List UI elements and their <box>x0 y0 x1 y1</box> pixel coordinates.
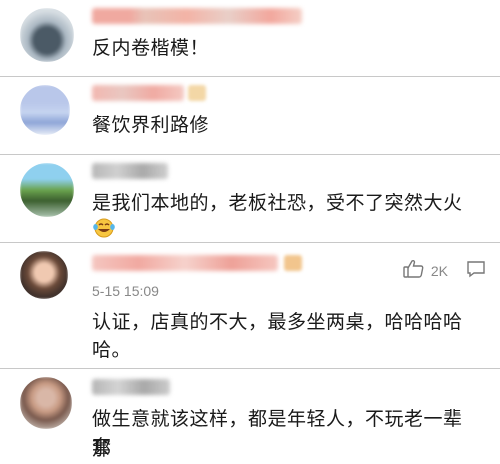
comment-text: 餐饮界利路修 <box>92 114 210 136</box>
user-badge <box>284 255 302 271</box>
comment-item[interactable]: 做生意就该这样，都是年轻人，不玩老一辈那 套 <box>0 369 500 460</box>
thumbs-up-icon <box>403 259 425 282</box>
comment-icon[interactable] <box>466 260 486 281</box>
username-redacted[interactable] <box>92 379 170 395</box>
user-badge <box>188 85 206 101</box>
comment-actions: 2K <box>403 259 486 282</box>
avatar[interactable] <box>20 85 70 135</box>
comment-text: 认证，店真的不大，最多坐两桌，哈哈哈哈 <box>92 311 463 333</box>
comment-text-line2: 套 <box>92 436 112 458</box>
avatar[interactable] <box>20 251 68 299</box>
comment-item[interactable]: 是我们本地的，老板社恐，受不了突然大火 <box>0 155 500 243</box>
username-redacted[interactable] <box>92 85 184 101</box>
username-redacted[interactable] <box>92 163 168 179</box>
username-redacted[interactable] <box>92 8 302 24</box>
comment-text: 反内卷楷模！ <box>92 37 210 59</box>
comment-text: 是我们本地的，老板社恐，受不了突然大火 <box>92 192 463 214</box>
username-redacted[interactable] <box>92 255 278 271</box>
avatar[interactable] <box>20 377 72 429</box>
comment-item[interactable]: 2K 5-15 15:09 认证，店真的不大，最多坐两桌，哈哈哈哈 哈。 <box>0 243 500 369</box>
comment-text-line2: 哈。 <box>92 339 132 361</box>
comment-item[interactable]: 反内卷楷模！ <box>0 0 500 77</box>
laughing-tears-emoji-icon <box>92 217 116 243</box>
like-count: 2K <box>430 262 448 279</box>
avatar[interactable] <box>20 8 74 62</box>
timestamp: 5-15 15:09 <box>92 283 159 299</box>
comment-item[interactable]: 餐饮界利路修 <box>0 77 500 155</box>
like-button[interactable]: 2K <box>403 259 448 282</box>
avatar[interactable] <box>20 163 74 217</box>
